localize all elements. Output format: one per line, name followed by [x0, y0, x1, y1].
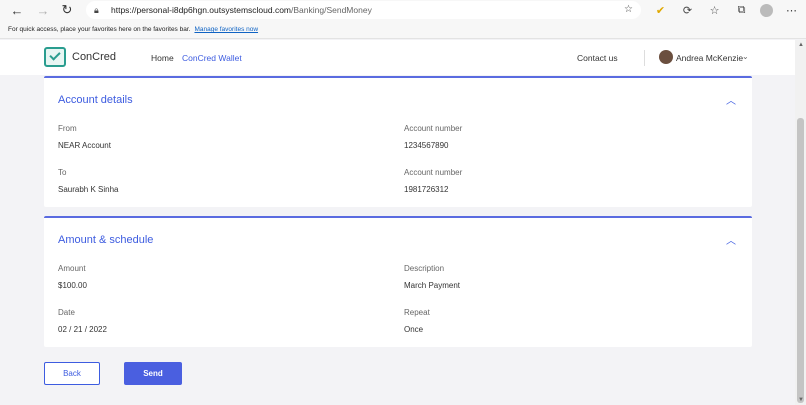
add-favorite-icon[interactable]: ☆: [624, 4, 633, 15]
repeat-value: Once: [404, 325, 424, 334]
description-label: Description: [404, 264, 445, 273]
refresh-icon[interactable]: ↻: [58, 1, 76, 19]
header-divider: [644, 50, 645, 66]
from-account-number-value: 1234567890: [404, 141, 449, 150]
to-label: To: [58, 168, 67, 177]
scroll-up-icon[interactable]: ▲: [798, 42, 804, 48]
extension-check-icon[interactable]: ✔: [652, 2, 669, 19]
user-name[interactable]: Andrea McKenzie: [676, 53, 743, 63]
more-menu-icon[interactable]: ⋯: [783, 2, 800, 19]
url-path: /Banking/SendMoney: [291, 5, 372, 15]
from-account-number-label: Account number: [404, 124, 463, 133]
chevron-up-icon[interactable]: ︿: [726, 92, 736, 107]
manage-favorites-link[interactable]: Manage favorites now: [194, 26, 258, 33]
to-value: Saurabh K Sinha: [58, 185, 119, 194]
contact-us-link[interactable]: Contact us: [577, 53, 618, 63]
profile-icon[interactable]: [760, 4, 773, 17]
scroll-down-icon[interactable]: ▼: [798, 397, 804, 403]
to-account-number-label: Account number: [404, 168, 463, 177]
date-value: 02 / 21 / 2022: [58, 325, 107, 334]
account-details-card: Account details ︿ From NEAR Account Acco…: [44, 76, 752, 207]
chevron-down-icon[interactable]: ⌄: [742, 52, 749, 61]
amount-label: Amount: [58, 264, 86, 273]
lock-icon: 🔒︎: [94, 4, 99, 15]
to-account-number-value: 1981726312: [404, 185, 449, 194]
forward-arrow-icon[interactable]: →: [34, 1, 52, 19]
chevron-up-icon[interactable]: ︿: [726, 232, 736, 247]
favorites-hint: For quick access, place your favorites h…: [8, 26, 191, 33]
nav-home-link[interactable]: Home: [151, 53, 174, 63]
url-host: https://personal-i8dp6hgn.outsystemsclou…: [111, 5, 292, 15]
description-value: March Payment: [404, 281, 461, 290]
amount-schedule-title: Amount & schedule: [58, 234, 154, 246]
page-scrollbar[interactable]: ▲ ▼: [795, 40, 806, 405]
favorites-bar: For quick access, place your favorites h…: [0, 21, 806, 39]
send-button[interactable]: Send: [124, 362, 182, 385]
repeat-label: Repeat: [404, 308, 430, 317]
browser-toolbar: ← → ↻ 🔒︎ https://personal-i8dp6hgn.outsy…: [0, 0, 806, 21]
back-button[interactable]: Back: [44, 362, 100, 385]
scroll-thumb[interactable]: [797, 118, 804, 403]
date-label: Date: [58, 308, 75, 317]
app-header: ConCred Home ConCred Wallet Contact us A…: [0, 40, 795, 75]
collections-icon[interactable]: ⧉: [733, 2, 750, 19]
favorites-icon[interactable]: ☆: [706, 2, 723, 19]
concred-logo-icon[interactable]: [44, 47, 66, 67]
avatar[interactable]: [659, 50, 673, 64]
amount-schedule-card: Amount & schedule ︿ Amount $100.00 Descr…: [44, 216, 752, 347]
from-value: NEAR Account: [58, 141, 111, 150]
address-bar[interactable]: 🔒︎ https://personal-i8dp6hgn.outsystemsc…: [86, 1, 641, 19]
account-details-title: Account details: [58, 94, 133, 106]
refresh-extension-icon[interactable]: ⟳: [679, 2, 696, 19]
back-arrow-icon[interactable]: ←: [8, 1, 26, 19]
amount-value: $100.00: [58, 281, 87, 290]
nav-wallet-link[interactable]: ConCred Wallet: [182, 53, 242, 63]
brand-name[interactable]: ConCred: [72, 51, 116, 63]
from-label: From: [58, 124, 77, 133]
